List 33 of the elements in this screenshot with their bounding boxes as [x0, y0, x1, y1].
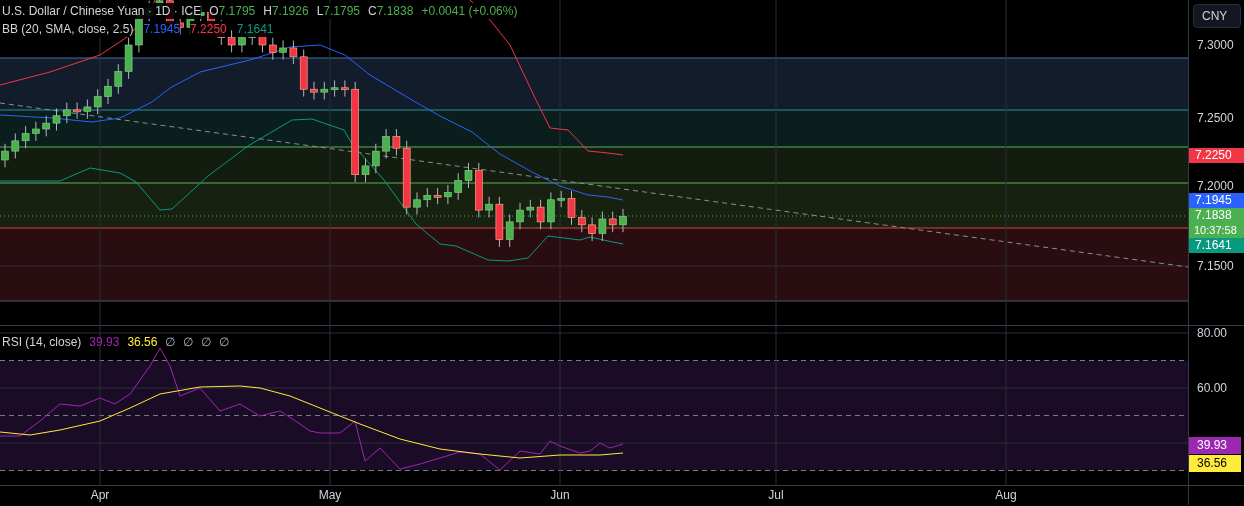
indicator-name: BB (20, SMA, close, 2.5) — [2, 21, 134, 37]
symbol-title: U.S. Dollar / Chinese Yuan · 1D · ICE — [2, 3, 202, 19]
ohlc-value: O7.1795 — [209, 3, 256, 19]
price-tick: 7.2500 — [1197, 111, 1234, 125]
date-label: Aug — [995, 488, 1017, 502]
empty-value: ∅ — [183, 334, 194, 350]
date-label: Jun — [550, 488, 570, 502]
price-change: +0.0041 (+0.06%) — [421, 3, 518, 19]
price-label: 7.1838 10:37:58 — [1189, 208, 1244, 238]
rsi-label: 39.93 — [1189, 437, 1241, 454]
indicator-value: 7.1945 — [143, 21, 181, 37]
date-label: Jul — [768, 488, 784, 502]
price-tick: 7.1500 — [1197, 259, 1234, 273]
price-tick: 7.3000 — [1197, 38, 1234, 52]
price-label: 7.2250 — [1189, 148, 1244, 163]
indicator-value: 36.56 — [127, 334, 158, 350]
indicator-value: 7.1641 — [236, 21, 274, 37]
ohlc-value: L7.1795 — [316, 3, 360, 19]
rsi-tick: 80.00 — [1197, 326, 1228, 340]
rsi-tick: 60.00 — [1197, 381, 1228, 395]
price-label: 7.1945 — [1189, 193, 1244, 208]
date-label: Apr — [90, 488, 110, 502]
empty-value: ∅ — [201, 334, 212, 350]
indicator-value: 39.93 — [89, 334, 120, 350]
empty-value: ∅ — [165, 334, 176, 350]
empty-value: ∅ — [219, 334, 230, 350]
indicator-value: 7.2250 — [190, 21, 227, 37]
date-label: May — [318, 488, 342, 502]
rsi-label: 36.56 — [1189, 455, 1241, 472]
price-tick: 7.2000 — [1197, 179, 1234, 193]
price-label: 7.1641 — [1189, 238, 1244, 253]
currency-button[interactable]: CNY — [1193, 4, 1241, 28]
indicator-name: RSI (14, close) — [2, 334, 82, 350]
